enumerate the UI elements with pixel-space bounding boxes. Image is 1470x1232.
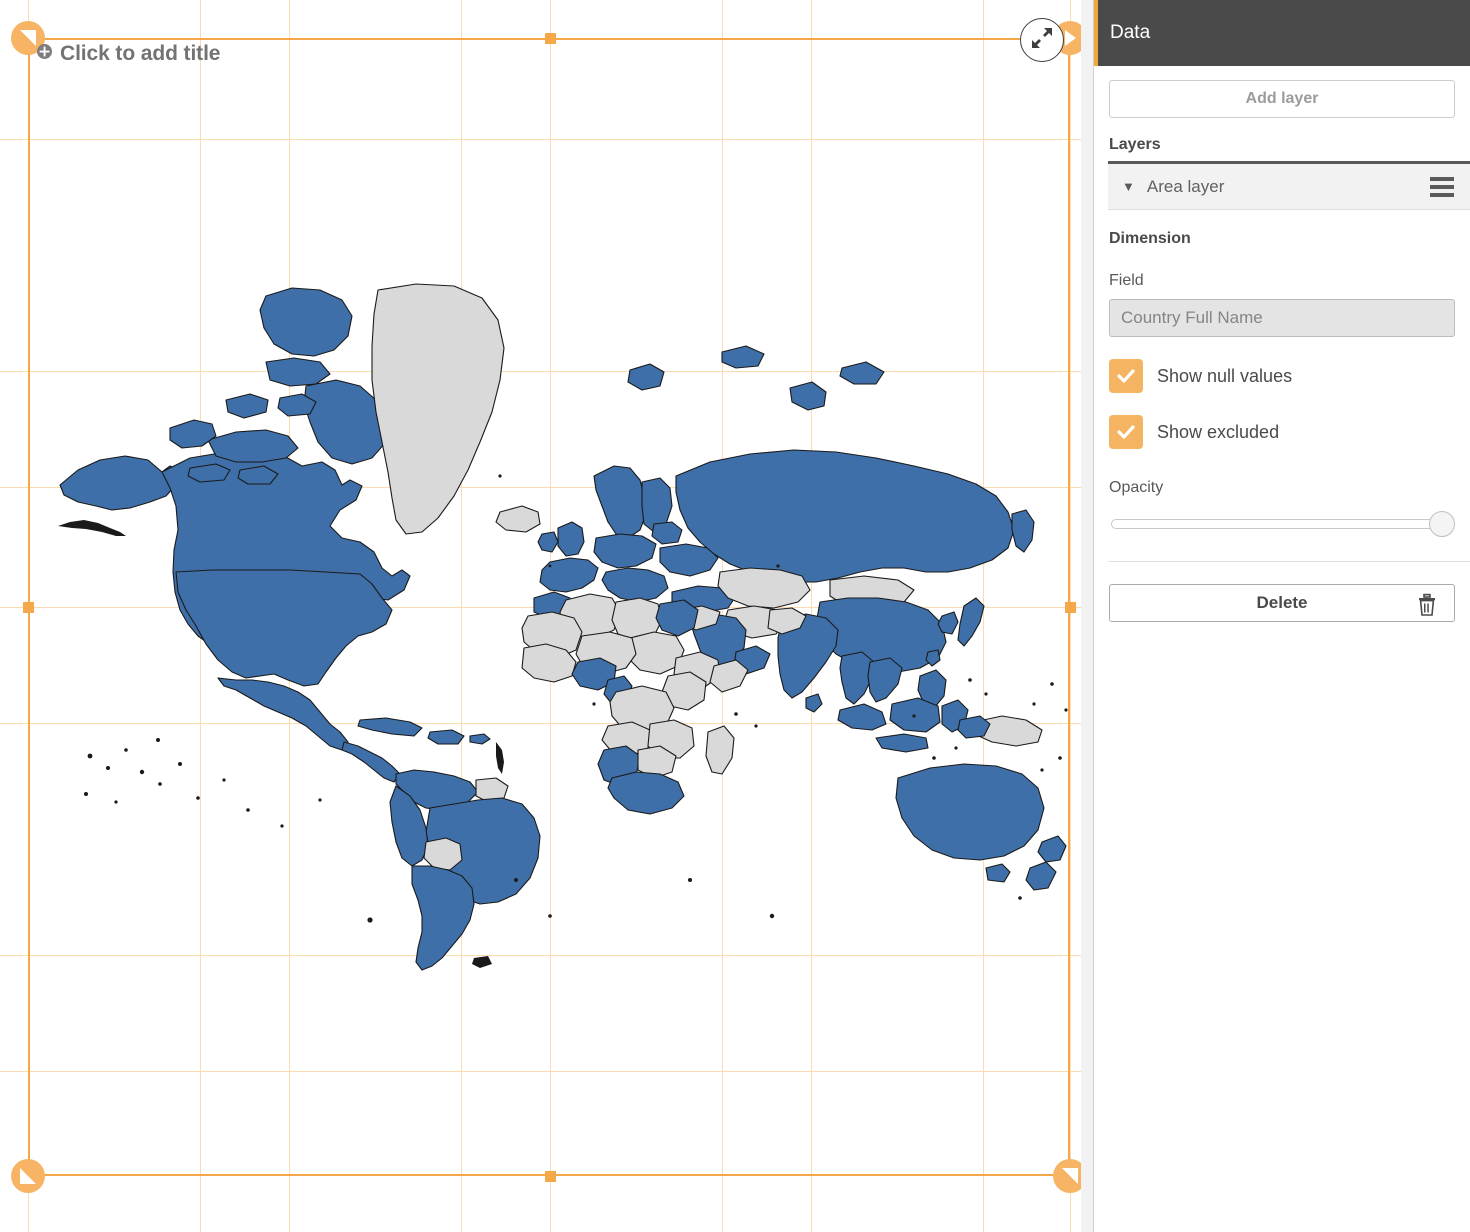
region-cuba: [358, 718, 422, 736]
region-mexico: [218, 678, 348, 750]
gridline-horizontal: [0, 1071, 1081, 1072]
region-madagascar: [706, 726, 734, 774]
region-falklands: [472, 956, 492, 968]
field-label: Field: [1109, 272, 1470, 290]
region-korea: [938, 612, 958, 634]
expand-button[interactable]: [1020, 18, 1064, 62]
region-chile-argentina: [412, 866, 474, 970]
diagonal-resize-icon: [19, 1167, 37, 1185]
resize-handle-bottom-right[interactable]: [1053, 1159, 1081, 1193]
resize-handle-middle-left[interactable]: [23, 602, 34, 613]
region-south-africa: [608, 772, 684, 814]
region-ellesmere: [260, 288, 352, 356]
region-java: [876, 734, 928, 752]
region-indochina: [868, 658, 902, 702]
chart-title-placeholder: Click to add title: [60, 42, 220, 66]
region-sri-lanka: [806, 694, 822, 712]
region-bolivia: [424, 838, 462, 870]
region-hispaniola: [428, 730, 464, 744]
opacity-slider[interactable]: [1111, 511, 1455, 537]
region-novaya-zemlya: [790, 382, 826, 410]
add-circle-icon: [36, 43, 53, 65]
panel-accent-stripe: [1094, 0, 1098, 66]
region-sumatra: [838, 704, 886, 730]
region-kamchatka: [1012, 510, 1034, 552]
region-arctic-small-1: [226, 394, 268, 418]
opacity-slider-thumb[interactable]: [1429, 511, 1455, 537]
gridline-vertical: [28, 0, 29, 1232]
resize-handle-bottom-center[interactable]: [545, 1171, 556, 1182]
chart-title[interactable]: Click to add title: [36, 42, 220, 66]
region-australia: [896, 764, 1044, 860]
delete-layer-button[interactable]: Delete: [1109, 584, 1455, 622]
chevron-down-icon[interactable]: ▼: [1122, 180, 1135, 193]
region-ireland: [538, 532, 558, 552]
dimension-section-label: Dimension: [1109, 230, 1470, 248]
diagonal-resize-icon: [19, 29, 37, 47]
play-triangle-icon: [1062, 29, 1078, 47]
checkbox-row-show-excluded[interactable]: Show excluded: [1109, 415, 1470, 449]
resize-handle-middle-right[interactable]: [1065, 602, 1076, 613]
region-devon-island: [266, 358, 330, 386]
resize-handle-top-center[interactable]: [545, 33, 556, 44]
panel-gutter: [1081, 0, 1093, 1232]
chart-canvas[interactable]: Click to add title: [0, 0, 1081, 1232]
region-new-zealand-n: [1038, 836, 1066, 862]
properties-panel: Data Add layer Layers ▼ Area layer Dimen…: [1094, 0, 1470, 1232]
layers-section-label: Layers: [1109, 136, 1470, 154]
region-iceland: [496, 506, 540, 532]
section-divider: [1108, 561, 1470, 562]
region-new-zealand-s: [1026, 862, 1056, 890]
region-italy-balkans: [602, 568, 668, 602]
checkbox-row-show-null-values[interactable]: Show null values: [1109, 359, 1470, 393]
add-layer-button[interactable]: Add layer: [1109, 80, 1455, 118]
opacity-slider-track[interactable]: [1111, 519, 1449, 529]
region-victoria-island: [208, 430, 298, 462]
region-united-states: [176, 570, 392, 686]
region-tasmania: [986, 864, 1010, 882]
gridline-horizontal: [0, 139, 1081, 140]
region-baltics: [652, 522, 682, 544]
opacity-label: Opacity: [1109, 479, 1470, 497]
app-root: Click to add title: [0, 0, 1470, 1232]
region-uk: [558, 522, 584, 556]
region-arctic-ru-2: [840, 362, 884, 384]
checkbox-label-show-null-values: Show null values: [1157, 366, 1292, 387]
region-scandinavia: [594, 466, 646, 538]
region-russia: [676, 450, 1014, 582]
region-banks-island: [170, 420, 216, 448]
resize-handle-bottom-left[interactable]: [11, 1159, 45, 1193]
diagonal-resize-icon: [1061, 1167, 1079, 1185]
region-egypt: [656, 600, 698, 636]
hamburger-menu-icon[interactable]: [1430, 177, 1454, 197]
region-puerto-rico: [470, 734, 490, 744]
trash-icon: [1416, 593, 1438, 622]
checkmark-icon[interactable]: [1109, 359, 1143, 393]
region-greenland: [372, 284, 504, 534]
region-japan: [958, 598, 984, 646]
delete-label: Delete: [1256, 593, 1307, 613]
checkbox-label-show-excluded: Show excluded: [1157, 422, 1279, 443]
panel-header: Data: [1094, 0, 1470, 66]
region-lesser-antilles: [496, 742, 504, 774]
region-alaska: [60, 456, 180, 510]
region-germany-poland: [594, 534, 656, 568]
region-svalbard: [628, 364, 664, 390]
region-central-america: [342, 742, 400, 782]
world-map[interactable]: [30, 280, 1075, 980]
panel-title: Data: [1110, 22, 1150, 44]
region-arctic-ru-1: [722, 346, 764, 368]
add-layer-label: Add layer: [1246, 90, 1319, 108]
layer-name-label: Area layer: [1147, 177, 1430, 197]
expand-arrows-icon: [1030, 26, 1054, 55]
region-france-iberia: [540, 558, 598, 592]
layer-row-area-layer[interactable]: ▼ Area layer: [1108, 164, 1470, 210]
field-input[interactable]: [1109, 299, 1455, 337]
checkmark-icon[interactable]: [1109, 415, 1143, 449]
region-aleutians: [58, 520, 126, 536]
